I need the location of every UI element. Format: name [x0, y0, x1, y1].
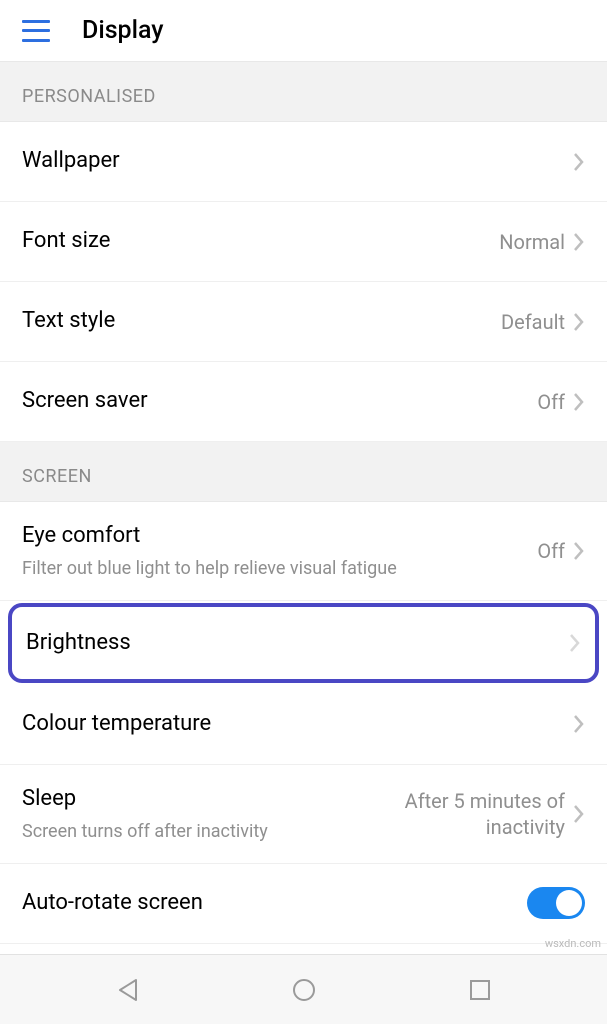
chevron-right-icon — [573, 391, 585, 413]
item-label: Text style — [22, 307, 489, 336]
chevron-right-icon — [573, 151, 585, 173]
chevron-right-icon — [573, 540, 585, 562]
item-left: Font size — [22, 227, 499, 256]
section-header-screen: SCREEN — [0, 442, 607, 502]
item-wallpaper[interactable]: Wallpaper — [0, 122, 607, 202]
section-header-personalised: PERSONALISED — [0, 62, 607, 122]
item-sublabel: Screen turns off after inactivity — [22, 820, 343, 843]
item-right: Off — [537, 389, 585, 415]
item-screen-saver[interactable]: Screen saver Off — [0, 362, 607, 442]
item-left: Eye comfort Filter out blue light to hel… — [22, 522, 537, 580]
item-left: Text style — [22, 307, 501, 336]
item-right: Default — [501, 309, 585, 335]
item-value: Off — [537, 389, 565, 415]
nav-back-button[interactable] — [114, 976, 142, 1004]
item-right: After 5 minutes of inactivity — [355, 788, 585, 840]
nav-home-button[interactable] — [290, 976, 318, 1004]
toggle-switch[interactable] — [527, 887, 585, 919]
chevron-right-icon — [573, 713, 585, 735]
item-colour-temperature[interactable]: Colour temperature — [0, 685, 607, 765]
list-screen: Eye comfort Filter out blue light to hel… — [0, 502, 607, 944]
item-sleep[interactable]: Sleep Screen turns off after inactivity … — [0, 765, 607, 864]
item-value: Default — [501, 309, 565, 335]
nav-recent-button[interactable] — [467, 977, 493, 1003]
item-left: Colour temperature — [22, 710, 573, 739]
item-value: Normal — [499, 229, 565, 255]
page-title: Display — [82, 16, 164, 45]
item-label: Screen saver — [22, 387, 525, 416]
item-value: After 5 minutes of inactivity — [355, 788, 565, 840]
item-right — [573, 151, 585, 173]
item-right: Off — [537, 538, 585, 564]
item-left: Brightness — [26, 629, 569, 658]
item-sublabel: Filter out blue light to help relieve vi… — [22, 557, 525, 580]
chevron-right-icon — [573, 231, 585, 253]
item-eye-comfort[interactable]: Eye comfort Filter out blue light to hel… — [0, 502, 607, 601]
item-right — [527, 887, 585, 919]
item-right — [569, 632, 581, 654]
item-left: Auto-rotate screen — [22, 889, 527, 918]
app-header: Display — [0, 0, 607, 62]
item-right: Normal — [499, 229, 585, 255]
item-label: Wallpaper — [22, 147, 561, 176]
item-right — [573, 713, 585, 735]
system-navbar — [0, 954, 607, 1024]
item-label: Colour temperature — [22, 710, 561, 739]
watermark: wsxdn.com — [545, 937, 601, 950]
item-left: Wallpaper — [22, 147, 573, 176]
item-label: Auto-rotate screen — [22, 889, 515, 918]
menu-icon[interactable] — [22, 20, 50, 42]
item-left: Sleep Screen turns off after inactivity — [22, 785, 355, 843]
chevron-right-icon — [573, 803, 585, 825]
chevron-right-icon — [569, 632, 581, 654]
item-auto-rotate[interactable]: Auto-rotate screen — [0, 864, 607, 944]
item-text-style[interactable]: Text style Default — [0, 282, 607, 362]
item-label: Font size — [22, 227, 487, 256]
item-label: Brightness — [26, 629, 557, 658]
list-personalised: Wallpaper Font size Normal Text style De… — [0, 122, 607, 442]
item-value: Off — [537, 538, 565, 564]
item-label: Sleep — [22, 785, 343, 814]
item-label: Eye comfort — [22, 522, 525, 551]
chevron-right-icon — [573, 311, 585, 333]
item-brightness[interactable]: Brightness — [8, 603, 599, 683]
item-font-size[interactable]: Font size Normal — [0, 202, 607, 282]
item-left: Screen saver — [22, 387, 537, 416]
